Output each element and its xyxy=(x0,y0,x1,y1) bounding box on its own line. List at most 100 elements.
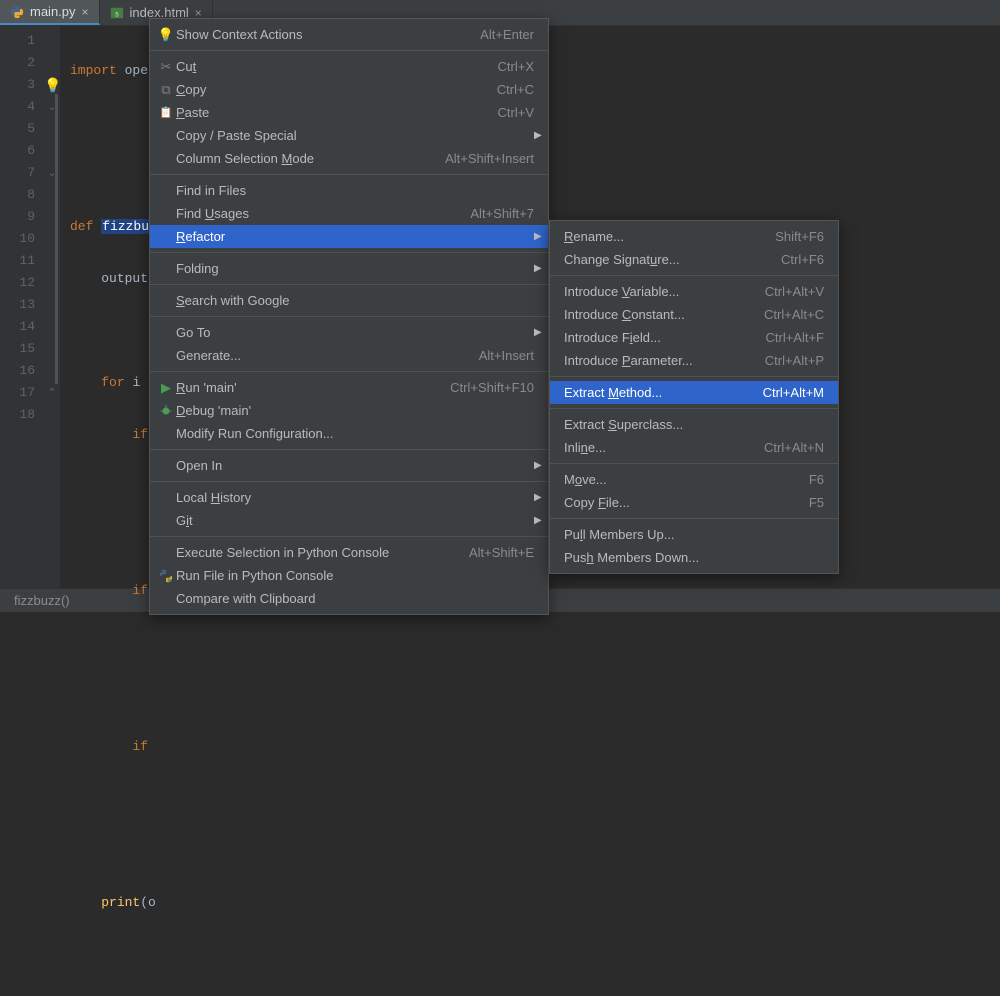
tab-main-py[interactable]: main.py × xyxy=(0,0,100,25)
menu-item[interactable]: Search with Google xyxy=(150,289,548,312)
menu-item-label: Run File in Python Console xyxy=(176,568,534,583)
menu-separator xyxy=(150,481,548,482)
menu-item[interactable]: Run File in Python Console xyxy=(150,564,548,587)
menu-item[interactable]: Move...F6 xyxy=(550,468,838,491)
menu-item[interactable]: 📋PasteCtrl+V xyxy=(150,101,548,124)
intention-bulb-icon: 💡 xyxy=(156,27,176,43)
blank xyxy=(44,52,60,74)
menu-item-label: Local History xyxy=(176,490,514,505)
close-icon[interactable]: × xyxy=(82,5,89,19)
menu-item[interactable]: Execute Selection in Python ConsoleAlt+S… xyxy=(150,541,548,564)
menu-item[interactable]: Find UsagesAlt+Shift+7 xyxy=(150,202,548,225)
submenu-arrow-icon: ▶ xyxy=(514,460,534,471)
line-number: 5 xyxy=(0,118,43,140)
line-number: 2 xyxy=(0,52,43,74)
submenu-arrow-icon: ▶ xyxy=(514,515,534,526)
menu-item-label: Refactor xyxy=(176,229,514,244)
menu-item-label: Find Usages xyxy=(176,206,450,221)
menu-item-label: Folding xyxy=(176,261,514,276)
menu-item[interactable]: Push Members Down... xyxy=(550,546,838,569)
menu-item-label: Cut xyxy=(176,59,478,74)
menu-item-label: Introduce Field... xyxy=(564,330,745,345)
menu-item[interactable]: 💡Show Context ActionsAlt+Enter xyxy=(150,23,548,46)
menu-item[interactable]: Introduce Field... Ctrl+Alt+F xyxy=(550,326,838,349)
intention-bulb-icon[interactable]: 💡 xyxy=(44,74,60,96)
menu-item-shortcut: Ctrl+Alt+F xyxy=(765,330,824,345)
menu-item[interactable]: Rename...Shift+F6 xyxy=(550,225,838,248)
fold-end-icon[interactable]: ⌃ xyxy=(44,382,60,404)
menu-item[interactable]: Introduce Constant...Ctrl+Alt+C xyxy=(550,303,838,326)
menu-separator xyxy=(550,275,838,276)
code-block-bracket xyxy=(55,94,58,384)
line-number: 12 xyxy=(0,272,43,294)
menu-item[interactable]: Inline...Ctrl+Alt+N xyxy=(550,436,838,459)
breadcrumb[interactable]: fizzbuzz() xyxy=(14,593,70,608)
menu-item[interactable]: Pull Members Up... xyxy=(550,523,838,546)
editor-context-menu: 💡Show Context ActionsAlt+Enter ✂Cut Ctrl+X… xyxy=(149,18,549,615)
line-number: 17 xyxy=(0,382,43,404)
menu-item-shortcut: Ctrl+Alt+C xyxy=(764,307,824,322)
menu-item-label: Pull Members Up... xyxy=(564,527,824,542)
menu-item[interactable]: Compare with Clipboard xyxy=(150,587,548,610)
menu-item[interactable]: Introduce Variable...Ctrl+Alt+V xyxy=(550,280,838,303)
run-icon: ▶ xyxy=(156,380,176,396)
menu-item[interactable]: Open In▶ xyxy=(150,454,548,477)
menu-separator xyxy=(150,252,548,253)
menu-separator xyxy=(150,50,548,51)
cut-icon: ✂ xyxy=(156,59,176,75)
menu-item-label: Introduce Parameter... xyxy=(564,353,745,368)
menu-item-shortcut: Ctrl+V xyxy=(498,105,534,120)
menu-item[interactable]: Find in Files xyxy=(150,179,548,202)
menu-item[interactable]: Column Selection ModeAlt+Shift+Insert xyxy=(150,147,548,170)
menu-item[interactable]: Local History▶ xyxy=(150,486,548,509)
menu-item[interactable]: Copy / Paste Special▶ xyxy=(150,124,548,147)
svg-text:5: 5 xyxy=(115,11,119,18)
menu-item-label: Compare with Clipboard xyxy=(176,591,534,606)
menu-item[interactable]: Refactor▶ xyxy=(150,225,548,248)
menu-item-label: Column Selection Mode xyxy=(176,151,425,166)
line-number: 14 xyxy=(0,316,43,338)
menu-item-label: Paste xyxy=(176,105,478,120)
line-number: 18 xyxy=(0,404,43,426)
menu-item[interactable]: Git▶ xyxy=(150,509,548,532)
menu-item-label: Copy / Paste Special xyxy=(176,128,514,143)
menu-item-shortcut: Ctrl+Alt+M xyxy=(763,385,824,400)
menu-item[interactable]: ⧉CopyCtrl+C xyxy=(150,78,548,101)
menu-item[interactable]: Extract Method... Ctrl+Alt+M xyxy=(550,381,838,404)
menu-item[interactable]: ✂Cut Ctrl+X xyxy=(150,55,548,78)
menu-item-shortcut: F5 xyxy=(809,495,824,510)
menu-item-label: Copy File... xyxy=(564,495,789,510)
menu-item-shortcut: Alt+Insert xyxy=(479,348,534,363)
menu-item-label: Push Members Down... xyxy=(564,550,824,565)
line-number: 6 xyxy=(0,140,43,162)
menu-separator xyxy=(150,536,548,537)
menu-item[interactable]: Extract Superclass... xyxy=(550,413,838,436)
menu-item-shortcut: Alt+Shift+E xyxy=(469,545,534,560)
menu-separator xyxy=(150,371,548,372)
menu-item[interactable]: Modify Run Configuration... xyxy=(150,422,548,445)
menu-item[interactable]: Copy File... F5 xyxy=(550,491,838,514)
menu-item-shortcut: Ctrl+Alt+P xyxy=(765,353,824,368)
menu-item-label: Show Context Actions xyxy=(176,27,460,42)
menu-item[interactable]: ▶Run 'main'Ctrl+Shift+F10 xyxy=(150,376,548,399)
menu-item-label: Extract Method... xyxy=(564,385,743,400)
menu-separator xyxy=(550,408,838,409)
menu-item[interactable]: Generate...Alt+Insert xyxy=(150,344,548,367)
menu-item-label: Copy xyxy=(176,82,477,97)
menu-separator xyxy=(150,316,548,317)
menu-separator xyxy=(550,463,838,464)
menu-item-shortcut: F6 xyxy=(809,472,824,487)
line-number: 4 xyxy=(0,96,43,118)
menu-item[interactable]: Go To▶ xyxy=(150,321,548,344)
menu-item[interactable]: Folding▶ xyxy=(150,257,548,280)
menu-item-label: Debug 'main' xyxy=(176,403,534,418)
line-number: 7 xyxy=(0,162,43,184)
menu-item[interactable]: Introduce Parameter... Ctrl+Alt+P xyxy=(550,349,838,372)
menu-item-label: Modify Run Configuration... xyxy=(176,426,534,441)
menu-item-label: Find in Files xyxy=(176,183,534,198)
menu-item[interactable]: Change Signature...Ctrl+F6 xyxy=(550,248,838,271)
line-number: 13 xyxy=(0,294,43,316)
menu-item[interactable]: Debug 'main' xyxy=(150,399,548,422)
menu-item-shortcut: Ctrl+X xyxy=(498,59,534,74)
menu-item-label: Inline... xyxy=(564,440,744,455)
